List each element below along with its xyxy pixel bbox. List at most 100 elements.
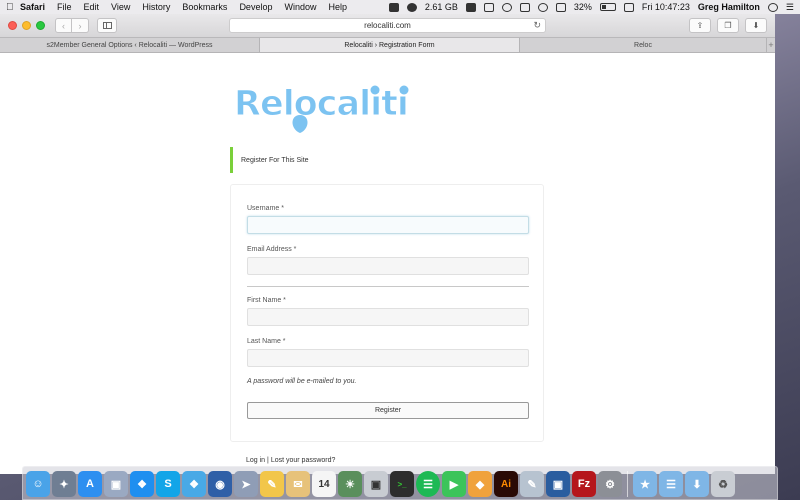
browser-toolbar: ‹ › relocaliti.com ↻ ⇪ ❐ ⬇ [0, 14, 775, 38]
sketch-icon[interactable]: ◆ [468, 471, 492, 497]
menu-history[interactable]: History [142, 2, 170, 12]
navigation-buttons: ‹ › [55, 18, 89, 33]
trash-icon[interactable]: ♻ [711, 471, 735, 497]
notes2-icon[interactable]: ✉ [286, 471, 310, 497]
documents-folder-icon[interactable]: ☰ [659, 471, 683, 497]
menu-help[interactable]: Help [328, 2, 347, 12]
sidebar-icon [102, 22, 112, 29]
first-name-input[interactable] [247, 308, 529, 326]
address-bar[interactable]: relocaliti.com ↻ [229, 18, 546, 33]
back-button[interactable]: ‹ [55, 18, 72, 33]
menu-view[interactable]: View [111, 2, 130, 12]
spotlight-icon[interactable] [767, 2, 778, 12]
email-input[interactable] [247, 257, 529, 275]
menu-file[interactable]: File [57, 2, 72, 12]
clipboard-icon[interactable] [483, 2, 494, 12]
username-label: Username * [247, 205, 284, 212]
downloads-folder-icon[interactable]: ⬇ [685, 471, 709, 497]
memory-readout[interactable]: 2.61 GB [425, 2, 458, 12]
menu-window[interactable]: Window [284, 2, 316, 12]
iphoto-icon[interactable]: ▣ [364, 471, 388, 497]
screenshot-icon[interactable] [388, 2, 399, 12]
new-tab-button[interactable]: + [767, 38, 775, 52]
facetime-icon[interactable]: ▶ [442, 471, 466, 497]
share-icon: ⇪ [696, 21, 704, 30]
menu-develop[interactable]: Develop [239, 2, 272, 12]
sourcetree-icon[interactable]: ▣ [546, 471, 570, 497]
tab-relocaliti[interactable]: Reloc [520, 38, 767, 52]
reload-icon[interactable]: ↻ [533, 20, 541, 31]
lost-password-link[interactable]: Lost your password? [271, 457, 336, 464]
calendar-icon[interactable]: 14 [312, 471, 336, 497]
toolbar-right: ⇪ ❐ ⬇ [689, 18, 767, 33]
window-controls [8, 21, 45, 30]
spotify-icon[interactable]: ☰ [416, 471, 440, 497]
time-machine-icon[interactable] [501, 2, 512, 12]
clock[interactable]: Fri 10:47:23 [642, 2, 690, 12]
dock: ☺ ✦ A ▣ ❖ S ❖ ◉ ➤ ✎ ✉ 14 ☀ ▣ >_ ☰ ▶ ◆ Ai… [22, 466, 778, 500]
textwrangler-icon[interactable]: ✎ [520, 471, 544, 497]
preview-icon[interactable]: ▣ [104, 471, 128, 497]
tab-registration-form[interactable]: Relocaliti › Registration Form [260, 38, 520, 52]
tab-bar: s2Member General Options ‹ Relocaliti — … [0, 38, 775, 53]
map-pin-icon [292, 115, 308, 133]
safari-icon[interactable]: ❖ [130, 471, 154, 497]
wifi-icon[interactable] [537, 2, 548, 12]
registration-form: Username * Email Address * First Name * … [230, 184, 544, 442]
volume-icon[interactable] [555, 2, 566, 12]
sidebar-toggle-button[interactable] [97, 18, 117, 33]
activity-icon[interactable]: ◉ [208, 471, 232, 497]
forward-button[interactable]: › [72, 18, 89, 33]
share-button[interactable]: ⇪ [689, 18, 711, 33]
apple-menu-icon[interactable]:  [6, 2, 20, 13]
logo-text: Relocaliti [234, 84, 408, 124]
register-button[interactable]: Register [247, 402, 529, 419]
dropbox-icon[interactable] [465, 2, 476, 12]
battery-icon[interactable] [599, 3, 616, 11]
user-name[interactable]: Greg Hamilton [698, 2, 760, 12]
password-note: A password will be e-mailed to you. [247, 378, 357, 385]
username-input[interactable] [247, 216, 529, 234]
last-name-input[interactable] [247, 349, 529, 367]
logo-dot-icon [399, 85, 409, 95]
skype-icon[interactable]: S [156, 471, 180, 497]
menu-app-safari[interactable]: Safari [20, 2, 45, 12]
battery-percent[interactable]: 32% [574, 2, 592, 12]
finder-icon[interactable]: ☺ [26, 471, 50, 497]
login-link[interactable]: Log in [246, 457, 265, 464]
form-divider [247, 286, 529, 287]
email-label: Email Address * [247, 246, 297, 253]
tab-s2member-options[interactable]: s2Member General Options ‹ Relocaliti — … [0, 38, 260, 52]
applications-folder-icon[interactable]: ★ [633, 471, 657, 497]
illustrator-icon[interactable]: Ai [494, 471, 518, 497]
tabs-overview-button[interactable]: ❐ [717, 18, 739, 33]
first-name-label: First Name * [247, 297, 286, 304]
minimize-window-button[interactable] [22, 21, 31, 30]
filezilla-icon[interactable]: Fz [572, 471, 596, 497]
bluetooth-icon[interactable] [519, 2, 530, 12]
system-preferences-icon[interactable]: ⚙ [598, 471, 622, 497]
menu-edit[interactable]: Edit [84, 2, 100, 12]
page-content: Relocaliti Register For This Site Userna… [0, 53, 775, 474]
downloads-button[interactable]: ⬇ [745, 18, 767, 33]
url-text: relocaliti.com [364, 21, 411, 30]
twitter-icon[interactable]: ❖ [182, 471, 206, 497]
logo-dot-icon [370, 85, 380, 95]
notes-icon[interactable]: ✎ [260, 471, 284, 497]
airdrop-icon[interactable]: ➤ [234, 471, 258, 497]
menu-bookmarks[interactable]: Bookmarks [182, 2, 227, 12]
fullscreen-window-button[interactable] [36, 21, 45, 30]
memory-icon[interactable] [406, 2, 417, 12]
app-store-icon[interactable]: A [78, 471, 102, 497]
flag-icon[interactable] [623, 2, 634, 12]
login-links: Log in | Lost your password? [246, 457, 335, 464]
menu-bar:  Safari File Edit View History Bookmark… [0, 0, 800, 14]
terminal-icon[interactable]: >_ [390, 471, 414, 497]
tabs-icon: ❐ [724, 21, 732, 30]
site-logo[interactable]: Relocaliti [232, 77, 417, 133]
launchpad-icon[interactable]: ✦ [52, 471, 76, 497]
notification-center-icon[interactable]: ☰ [786, 2, 794, 13]
download-icon: ⬇ [752, 21, 760, 30]
photo-icon[interactable]: ☀ [338, 471, 362, 497]
close-window-button[interactable] [8, 21, 17, 30]
